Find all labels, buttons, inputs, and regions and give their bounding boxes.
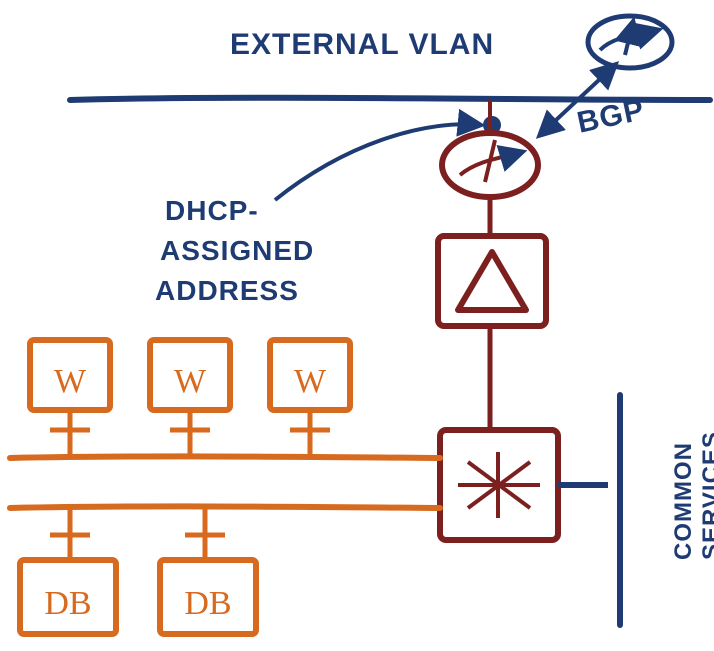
web3-label: W [294, 363, 327, 400]
db2-label: DB [184, 585, 231, 622]
switch-icon [440, 430, 558, 540]
db-server-1: DB [20, 508, 116, 634]
diagram-svg: W W W DB DB [0, 0, 714, 651]
external-router-icon [588, 16, 672, 68]
external-vlan-bus [70, 98, 710, 100]
dhcp-pointer-arrow [275, 124, 480, 200]
web-server-2: W [150, 340, 230, 458]
web1-label: W [54, 363, 87, 400]
web-bus [10, 456, 440, 458]
db-bus [10, 506, 440, 508]
db1-label: DB [44, 585, 91, 622]
db-server-2: DB [160, 508, 256, 634]
web2-label: W [174, 363, 207, 400]
tenant-router-icon [442, 100, 538, 197]
network-diagram: EXTERNAL VLAN BGP DHCP- ASSIGNED ADDRESS… [0, 0, 714, 651]
web-server-3: W [270, 340, 350, 458]
firewall-icon [438, 236, 546, 326]
web-server-1: W [30, 340, 110, 458]
